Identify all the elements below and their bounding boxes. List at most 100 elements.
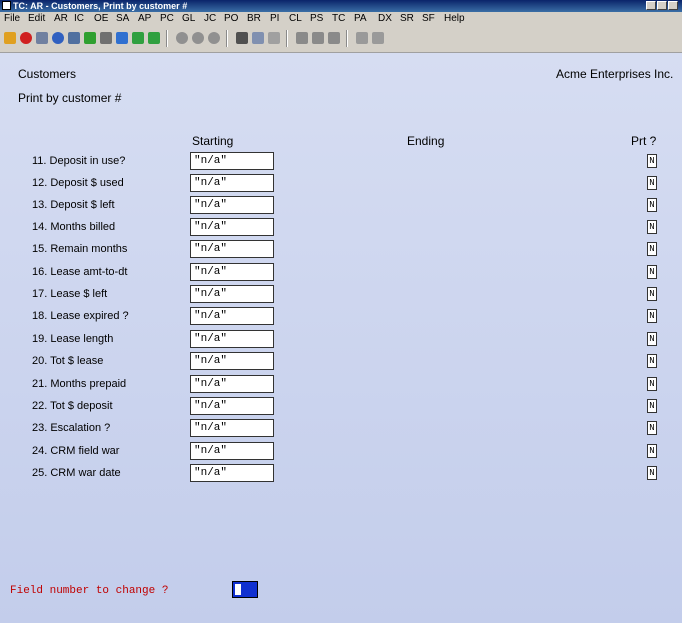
menu-help[interactable]: Help	[444, 12, 465, 26]
menu-sr[interactable]: SR	[400, 12, 414, 26]
menu-po[interactable]: PO	[224, 12, 238, 26]
prt-flag[interactable]: N	[647, 198, 657, 212]
toolbar-separator	[226, 30, 228, 47]
text-cursor	[235, 584, 241, 595]
field-label: 13. Deposit $ left	[32, 199, 115, 211]
starting-field[interactable]: "n/a"	[190, 307, 274, 325]
starting-field[interactable]: "n/a"	[190, 442, 274, 460]
menu-tc[interactable]: TC	[332, 12, 345, 26]
prt-flag[interactable]: N	[647, 421, 657, 435]
menu-cl[interactable]: CL	[289, 12, 302, 26]
prt-flag[interactable]: N	[647, 287, 657, 301]
page-subtitle: Print by customer #	[18, 91, 122, 105]
down-icon[interactable]	[148, 32, 160, 44]
prt-flag[interactable]: N	[647, 309, 657, 323]
starting-field[interactable]: "n/a"	[190, 397, 274, 415]
field-label: 24. CRM field war	[32, 445, 120, 457]
menu-gl[interactable]: GL	[182, 12, 195, 26]
close-button[interactable]	[668, 1, 678, 10]
delete-icon[interactable]	[100, 32, 112, 44]
preview-icon[interactable]	[372, 32, 384, 44]
prt-flag[interactable]: N	[647, 154, 657, 168]
menu-ic[interactable]: IC	[74, 12, 84, 26]
circle1-icon[interactable]	[176, 32, 188, 44]
minimize-button[interactable]	[646, 1, 656, 10]
starting-field[interactable]: "n/a"	[190, 152, 274, 170]
clear-icon[interactable]	[268, 32, 280, 44]
up-icon[interactable]	[132, 32, 144, 44]
prt-flag[interactable]: N	[647, 354, 657, 368]
starting-field[interactable]: "n/a"	[190, 352, 274, 370]
field-label: 12. Deposit $ used	[32, 177, 124, 189]
menu-oe[interactable]: OE	[94, 12, 108, 26]
menu-ar[interactable]: AR	[54, 12, 68, 26]
check-icon[interactable]	[84, 32, 96, 44]
prt-flag[interactable]: N	[647, 265, 657, 279]
menu-sa[interactable]: SA	[116, 12, 129, 26]
column-starting: Starting	[192, 134, 234, 148]
undo-icon[interactable]	[116, 32, 128, 44]
column-prt: Prt ?	[631, 134, 657, 148]
prt-flag[interactable]: N	[647, 242, 657, 256]
prt-flag[interactable]: N	[647, 176, 657, 190]
field-label: 17. Lease $ left	[32, 288, 108, 300]
starting-field[interactable]: "n/a"	[190, 330, 274, 348]
stop-icon[interactable]	[328, 32, 340, 44]
globe-icon[interactable]	[52, 32, 64, 44]
field-label: 11. Deposit in use?	[32, 155, 126, 167]
menu-jc[interactable]: JC	[204, 12, 216, 26]
prt-flag[interactable]: N	[647, 399, 657, 413]
prt-flag[interactable]: N	[647, 466, 657, 480]
menu-br[interactable]: BR	[247, 12, 261, 26]
menu-sf[interactable]: SF	[422, 12, 435, 26]
menu-ap[interactable]: AP	[138, 12, 151, 26]
grid-icon[interactable]	[68, 32, 80, 44]
menu-edit[interactable]: Edit	[28, 12, 45, 26]
prt-flag[interactable]: N	[647, 444, 657, 458]
prt-flag[interactable]: N	[647, 377, 657, 391]
column-ending: Ending	[407, 134, 445, 148]
menu-file[interactable]: File	[4, 12, 20, 26]
company-name: Acme Enterprises Inc.	[556, 67, 674, 81]
starting-field[interactable]: "n/a"	[190, 419, 274, 437]
cancel-icon[interactable]	[20, 32, 32, 44]
prev-icon[interactable]	[296, 32, 308, 44]
starting-field[interactable]: "n/a"	[190, 285, 274, 303]
field-label: 21. Months prepaid	[32, 378, 127, 390]
screen-name: Customers	[18, 67, 77, 81]
menu-pa[interactable]: PA	[354, 12, 367, 26]
toolbar-separator	[286, 30, 288, 47]
menu-dx[interactable]: DX	[378, 12, 392, 26]
binoculars-icon[interactable]	[236, 32, 248, 44]
menu-pc[interactable]: PC	[160, 12, 174, 26]
field-label: 18. Lease expired ?	[32, 310, 129, 322]
toolbar	[0, 26, 682, 53]
field-label: 16. Lease amt-to-dt	[32, 266, 128, 278]
maximize-button[interactable]	[657, 1, 667, 10]
starting-field[interactable]: "n/a"	[190, 240, 274, 258]
starting-field[interactable]: "n/a"	[190, 375, 274, 393]
starting-field[interactable]: "n/a"	[190, 196, 274, 214]
title-bar: TC: AR - Customers, Print by customer #	[0, 0, 682, 12]
field-label: 22. Tot $ deposit	[32, 400, 113, 412]
search-icon[interactable]	[36, 32, 48, 44]
prt-flag[interactable]: N	[647, 332, 657, 346]
prt-flag[interactable]: N	[647, 220, 657, 234]
menu-pi[interactable]: PI	[270, 12, 279, 26]
starting-field[interactable]: "n/a"	[190, 218, 274, 236]
circle2-icon[interactable]	[192, 32, 204, 44]
circle3-icon[interactable]	[208, 32, 220, 44]
menu-ps[interactable]: PS	[310, 12, 323, 26]
field-label: 23. Escalation ?	[32, 422, 111, 434]
next-icon[interactable]	[312, 32, 324, 44]
window-controls	[646, 1, 678, 10]
field-change-prompt: Field number to change ?	[10, 585, 169, 597]
find-icon[interactable]	[252, 32, 264, 44]
field-number-input[interactable]	[232, 581, 258, 598]
field-label: 25. CRM war date	[32, 467, 121, 479]
starting-field[interactable]: "n/a"	[190, 464, 274, 482]
starting-field[interactable]: "n/a"	[190, 174, 274, 192]
exit-icon[interactable]	[4, 32, 16, 44]
starting-field[interactable]: "n/a"	[190, 263, 274, 281]
print-icon[interactable]	[356, 32, 368, 44]
